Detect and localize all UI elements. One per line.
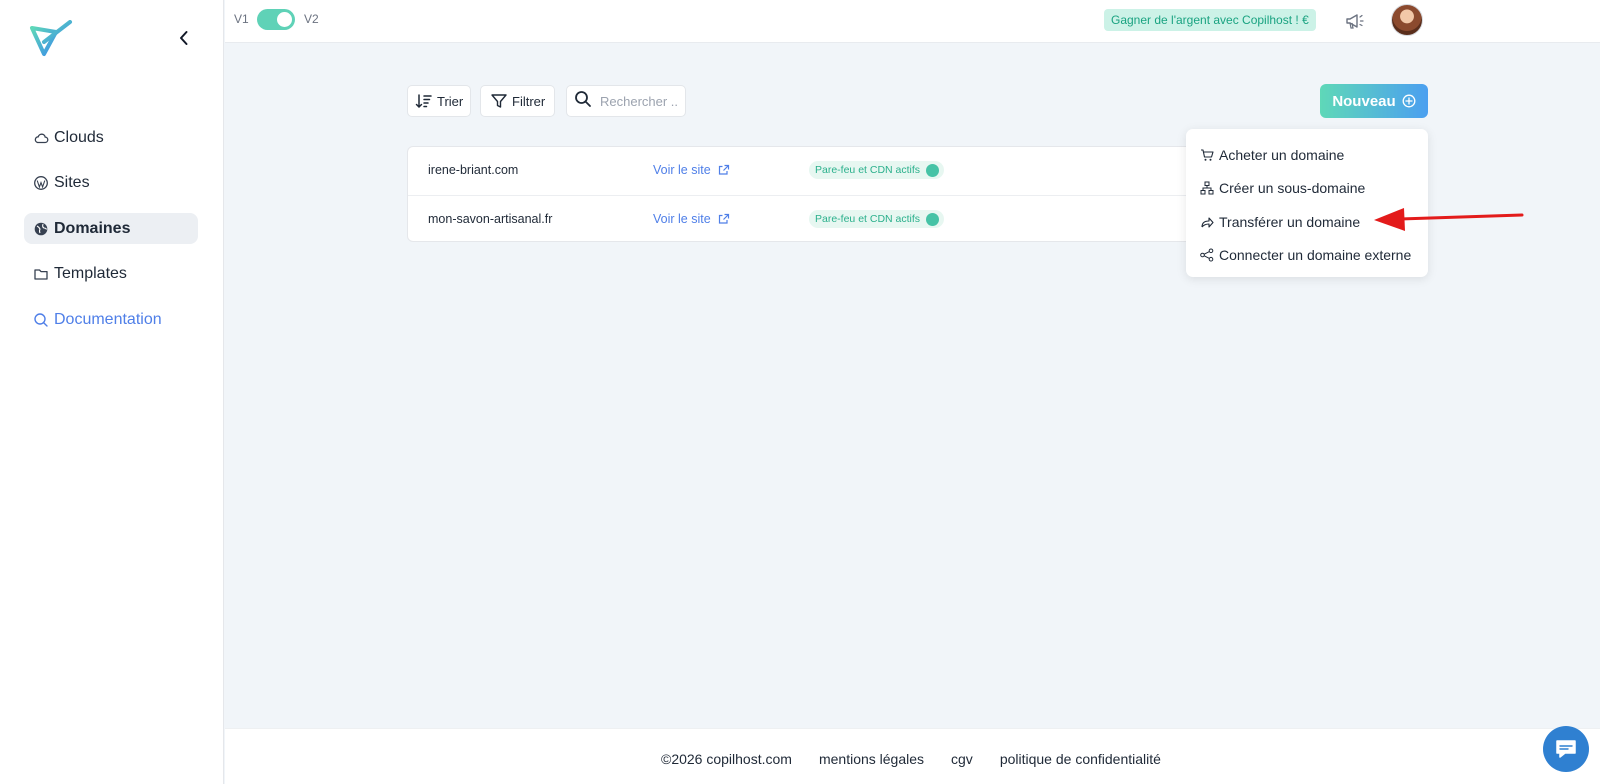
collapse-sidebar-button[interactable] bbox=[174, 28, 194, 48]
search-box[interactable] bbox=[566, 85, 686, 117]
megaphone-icon[interactable] bbox=[1343, 10, 1365, 32]
affiliate-badge[interactable]: Gagner de l'argent avec Copilhost ! € bbox=[1104, 9, 1316, 31]
new-button[interactable]: Nouveau bbox=[1320, 84, 1428, 118]
sort-label: Trier bbox=[437, 93, 464, 109]
footer: ©2026 copilhost.com mentions légales cgv… bbox=[225, 728, 1600, 784]
toggle-knob bbox=[277, 12, 292, 27]
sidebar-item-label: Documentation bbox=[54, 310, 162, 328]
globe-icon bbox=[33, 221, 49, 237]
sort-icon bbox=[415, 92, 433, 110]
sidebar-nav: Clouds Sites Domaines Templates Document… bbox=[24, 122, 198, 350]
copilhost-logo[interactable] bbox=[28, 20, 76, 60]
terms-link[interactable]: cgv bbox=[951, 751, 973, 767]
filter-icon bbox=[490, 92, 508, 110]
visit-site-label: Voir le site bbox=[653, 212, 711, 226]
cloud-icon bbox=[33, 130, 49, 146]
sidebar-item-documentation[interactable]: Documentation bbox=[24, 304, 198, 335]
visit-site-link[interactable]: Voir le site bbox=[653, 163, 730, 177]
search-icon bbox=[574, 90, 592, 113]
search-input[interactable] bbox=[600, 93, 680, 109]
footer-links: ©2026 copilhost.com mentions légales cgv… bbox=[661, 751, 1188, 767]
copyright-link[interactable]: ©2026 copilhost.com bbox=[661, 751, 792, 767]
visit-site-label: Voir le site bbox=[653, 163, 711, 177]
folder-icon bbox=[33, 266, 49, 282]
sidebar-item-label: Templates bbox=[54, 265, 127, 282]
menu-item-label: Acheter un domaine bbox=[1219, 146, 1345, 163]
version-v1-label: V1 bbox=[234, 12, 249, 26]
privacy-policy-link[interactable]: politique de confidentialité bbox=[1000, 751, 1161, 767]
menu-item-buy-domain[interactable]: Acheter un domaine bbox=[1186, 138, 1428, 172]
connect-nodes-icon bbox=[1200, 248, 1214, 262]
search-icon bbox=[33, 312, 49, 328]
user-avatar[interactable] bbox=[1391, 4, 1423, 36]
chat-bubble-icon bbox=[1556, 740, 1576, 758]
sidebar: Clouds Sites Domaines Templates Document… bbox=[0, 0, 224, 784]
status-badge: Pare-feu et CDN actifs bbox=[809, 161, 945, 179]
annotation-arrow-icon bbox=[1374, 208, 1524, 231]
external-link-icon bbox=[718, 164, 730, 176]
sidebar-item-label: Sites bbox=[54, 174, 90, 191]
sidebar-item-label: Domaines bbox=[54, 219, 131, 237]
sidebar-item-domaines[interactable]: Domaines bbox=[24, 213, 198, 244]
external-link-icon bbox=[718, 213, 730, 225]
topbar: V1 V2 Gagner de l'argent avec Copilhost … bbox=[225, 0, 1600, 43]
menu-item-connect-external-domain[interactable]: Connecter un domaine externe bbox=[1186, 239, 1428, 273]
menu-item-label: Transférer un domaine bbox=[1219, 213, 1361, 230]
status-badge: Pare-feu et CDN actifs bbox=[809, 210, 945, 228]
domain-name[interactable]: mon-savon-artisanal.fr bbox=[428, 212, 552, 226]
plus-circle-icon bbox=[1402, 94, 1416, 108]
sidebar-item-sites[interactable]: Sites bbox=[24, 168, 198, 199]
menu-item-label: Créer un sous-domaine bbox=[1219, 180, 1366, 197]
filter-button[interactable]: Filtrer bbox=[480, 85, 555, 117]
globe-icon bbox=[926, 212, 940, 226]
domain-name[interactable]: irene-briant.com bbox=[428, 163, 518, 177]
legal-notice-link[interactable]: mentions légales bbox=[819, 751, 924, 767]
menu-item-label: Connecter un domaine externe bbox=[1219, 247, 1412, 264]
sort-button[interactable]: Trier bbox=[407, 85, 471, 117]
version-toggle[interactable] bbox=[257, 9, 295, 30]
version-v2-label: V2 bbox=[304, 12, 319, 26]
new-label: Nouveau bbox=[1332, 92, 1396, 110]
status-label: Pare-feu et CDN actifs bbox=[815, 213, 921, 225]
sidebar-item-clouds[interactable]: Clouds bbox=[24, 122, 198, 153]
cart-icon bbox=[1200, 148, 1214, 162]
wordpress-icon bbox=[33, 175, 49, 191]
chat-button[interactable] bbox=[1543, 726, 1589, 772]
globe-icon bbox=[926, 163, 940, 177]
sitemap-icon bbox=[1200, 181, 1214, 195]
sidebar-item-templates[interactable]: Templates bbox=[24, 259, 198, 290]
share-arrow-icon bbox=[1200, 215, 1214, 229]
status-label: Pare-feu et CDN actifs bbox=[815, 164, 921, 176]
sidebar-item-label: Clouds bbox=[54, 128, 104, 146]
visit-site-link[interactable]: Voir le site bbox=[653, 212, 730, 226]
filter-label: Filtrer bbox=[512, 93, 546, 109]
chevron-left-icon bbox=[180, 31, 188, 45]
